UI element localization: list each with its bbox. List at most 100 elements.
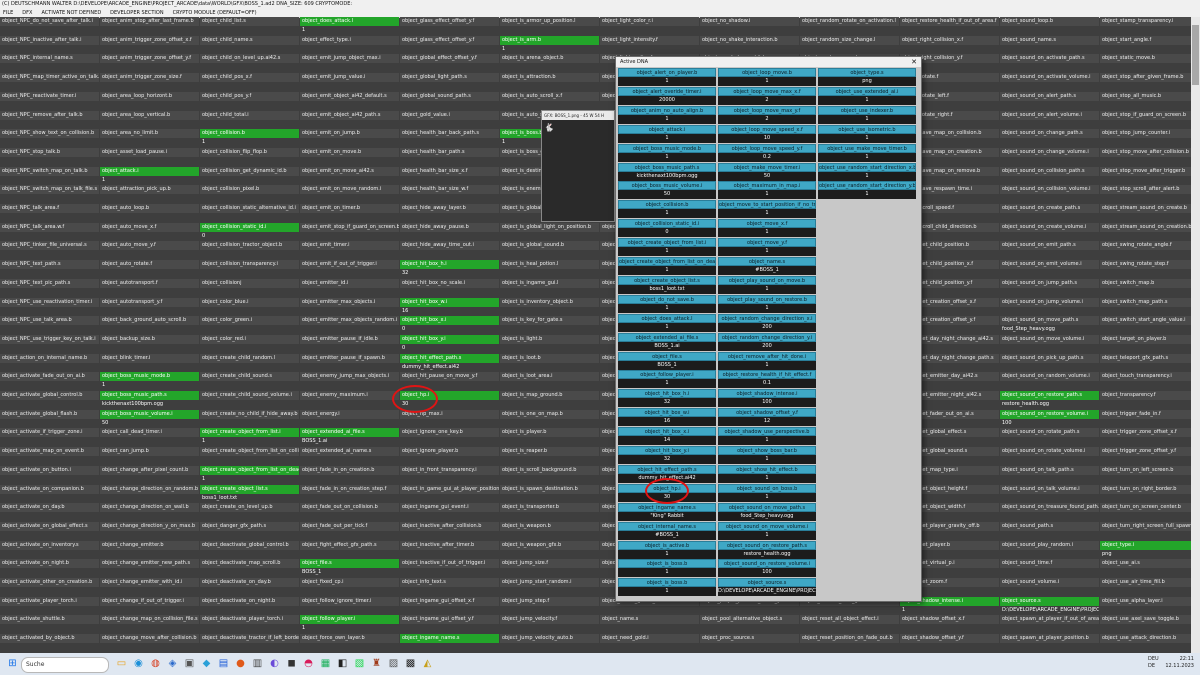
property-value[interactable] (300, 63, 399, 72)
property-value[interactable] (300, 643, 399, 652)
property-name[interactable]: object_activate_player_torch.i (0, 596, 99, 606)
dna-entry-name[interactable]: object_sound_on_boss.b (718, 483, 816, 493)
property-cell[interactable]: object_is_loot.b (500, 353, 599, 372)
property-value[interactable] (500, 325, 599, 334)
property-name[interactable]: object_global_sound_path.s (400, 91, 499, 101)
property-cell[interactable]: object_NPC_use_talk_area.b (0, 316, 99, 334)
property-name[interactable]: object_NPC_switch_map_on_talk_file.s (0, 185, 99, 195)
property-value[interactable] (200, 176, 299, 185)
property-name[interactable]: object_NPC_do_not_save_after_talk.i (0, 17, 99, 26)
property-cell[interactable]: object_emit_on_move_random.i (300, 185, 399, 203)
property-value[interactable] (0, 344, 99, 353)
property-value[interactable] (0, 456, 99, 465)
property-name[interactable]: object_NPC_remove_after_talk.b (0, 110, 99, 120)
property-name[interactable]: object_NPC_text_path.s (0, 260, 99, 270)
property-value[interactable] (400, 606, 499, 615)
property-value[interactable] (100, 232, 199, 241)
dna-entry-value[interactable]: 1 (618, 209, 716, 219)
property-value[interactable] (0, 138, 99, 147)
property-cell[interactable]: object_NPC_use_reactivation_timer.i (0, 297, 99, 316)
property-cell[interactable]: object_turn_on_left_screen.b (1100, 465, 1199, 484)
property-name[interactable]: object_hit_box_no_scale.i (400, 278, 499, 288)
property-value[interactable] (400, 531, 499, 540)
dna-entry-name[interactable]: object_anim_no_auto_align.b (618, 105, 716, 115)
property-cell[interactable]: object_is_scroll_background.b (500, 465, 599, 484)
property-cell[interactable]: object_sound_time.f (1000, 559, 1099, 577)
property-name[interactable]: object_anim_stop_after_last_frame.b (100, 17, 199, 26)
property-name[interactable]: object_ingame_gui_offset_y.f (400, 615, 499, 625)
dna-entry[interactable]: object_source.s D:\DEVELOPE\ARCADE_ENGINE… (718, 578, 816, 597)
dna-entry-value[interactable]: restore_health.ogg (718, 549, 816, 559)
dna-entry[interactable]: object_extended_ai_file.s BOSS_1.ai (618, 332, 716, 352)
property-name[interactable]: object_in_game_gui_at_player_position.i (400, 484, 499, 494)
property-cell[interactable]: object_sound_on_change_volume.i (1000, 147, 1099, 166)
property-cell[interactable]: object_create_on_level_up.b (200, 503, 299, 521)
dna-entry-value[interactable]: 50 (718, 171, 816, 181)
property-cell[interactable]: object_NPC_tinker_file_universal.s (0, 241, 99, 259)
property-name[interactable]: object_ignore_player.b (400, 447, 499, 457)
property-name[interactable]: object_deactivate_map_scroll.b (200, 559, 299, 569)
property-value[interactable] (1000, 381, 1099, 390)
dna-entry[interactable]: object_move_to_start_position_if_no_trig… (718, 200, 816, 219)
property-cell[interactable]: object_anim_stop_after_last_frame.b (100, 17, 199, 35)
property-name[interactable]: object_anim_trigger_zone_offset_x.f (100, 35, 199, 45)
property-name[interactable]: object_health_bar_size_w.f (400, 185, 499, 195)
property-cell[interactable]: object_ingame_gui_offset_y.f (400, 615, 499, 633)
dna-entry[interactable]: object_use_extended_ai.i 1 (818, 86, 916, 106)
property-cell[interactable]: object_anim_trigger_zone_offset_y.f (100, 54, 199, 72)
dna-entry[interactable]: object_use_random_start_direction_x.b 1 (818, 162, 916, 182)
property-cell[interactable]: object_NPC_stop_talk.b (0, 147, 99, 166)
property-value[interactable] (400, 437, 499, 446)
dna-entry-value[interactable]: 1 (718, 209, 816, 219)
property-cell[interactable]: object_is_global_light_on_position.b (500, 222, 599, 241)
property-cell[interactable]: object_trigger_zone_offset_y.f (1100, 447, 1199, 465)
property-cell[interactable]: object_sound_on_collision_volume.i (1000, 185, 1099, 203)
property-name[interactable]: object_activate_other_on_creation.b (0, 578, 99, 587)
property-name[interactable]: object_sound_on_treasure_found_path.s (1000, 503, 1099, 513)
property-name[interactable]: object_activate_global_flash.b (0, 409, 99, 419)
property-name[interactable]: object_shadow_offset_x.f (900, 615, 999, 625)
dna-entry-value[interactable]: 200 (718, 341, 816, 351)
property-value[interactable] (0, 45, 99, 54)
property-name[interactable]: object_sound_on_collision_path.s (1000, 166, 1099, 176)
property-value[interactable] (700, 606, 799, 615)
property-cell[interactable]: object_auto_move_y.f (100, 241, 199, 259)
dna-entry-name[interactable]: object_use_random_start_direction_y.b (818, 181, 916, 191)
property-cell[interactable]: object_fade_in_on_creation_step.f (300, 484, 399, 503)
property-name[interactable]: object_source.s (1000, 596, 1099, 606)
dna-entry-name[interactable]: object_source.s (718, 578, 816, 588)
property-name[interactable]: object_sound_time.f (1000, 559, 1099, 569)
property-name[interactable]: object_is_scroll_background.b (500, 465, 599, 475)
property-value[interactable] (1000, 194, 1099, 203)
dna-entry-value[interactable]: 1 (818, 133, 916, 143)
property-cell[interactable]: object_light_intensity.f (600, 35, 699, 54)
property-value[interactable] (200, 120, 299, 129)
property-name[interactable]: object_jump_step.f (500, 596, 599, 606)
property-cell[interactable]: object_emitter_id.i (300, 278, 399, 297)
property-cell[interactable]: object_sound_on_move_path.s food_Step_hea… (1000, 316, 1099, 334)
property-value[interactable] (500, 512, 599, 521)
property-value[interactable] (1000, 344, 1099, 353)
dna-entry[interactable]: object_sound_on_restore_path.s restore_he… (718, 540, 816, 560)
property-cell[interactable]: object_is_inventory_object.b (500, 297, 599, 316)
property-value[interactable] (500, 550, 599, 559)
property-cell[interactable]: object_activate_on_companion.b (0, 484, 99, 503)
property-value[interactable] (100, 624, 199, 633)
property-name[interactable]: object_NPC_use_trigger_key_on_talk.i (0, 334, 99, 344)
property-cell[interactable]: object_use_attack_direction.b (1100, 634, 1199, 652)
property-value[interactable] (200, 250, 299, 259)
property-value[interactable] (300, 344, 399, 353)
property-value[interactable] (100, 307, 199, 316)
property-name[interactable]: object_health_bar_back_path.s (400, 129, 499, 139)
dna-entry-name[interactable]: object_use_random_start_direction_x.b (818, 162, 916, 172)
property-cell[interactable]: object_NPC_text_path.s (0, 260, 99, 278)
property-value[interactable] (0, 250, 99, 259)
property-cell[interactable]: object_extended_ai_name.s (300, 447, 399, 465)
property-value[interactable] (0, 82, 99, 91)
property-cell[interactable]: object_collision_tractor_object.b (200, 241, 299, 259)
property-cell[interactable]: object_spawn_at_player_position.b (1000, 634, 1099, 652)
property-cell[interactable]: object_color_green.i (200, 316, 299, 334)
dna-entry-value[interactable]: 1 (818, 190, 916, 200)
dna-entry-name[interactable]: object_type.s (818, 68, 916, 77)
property-cell[interactable]: object_deactivate_player_torch.i (200, 615, 299, 633)
